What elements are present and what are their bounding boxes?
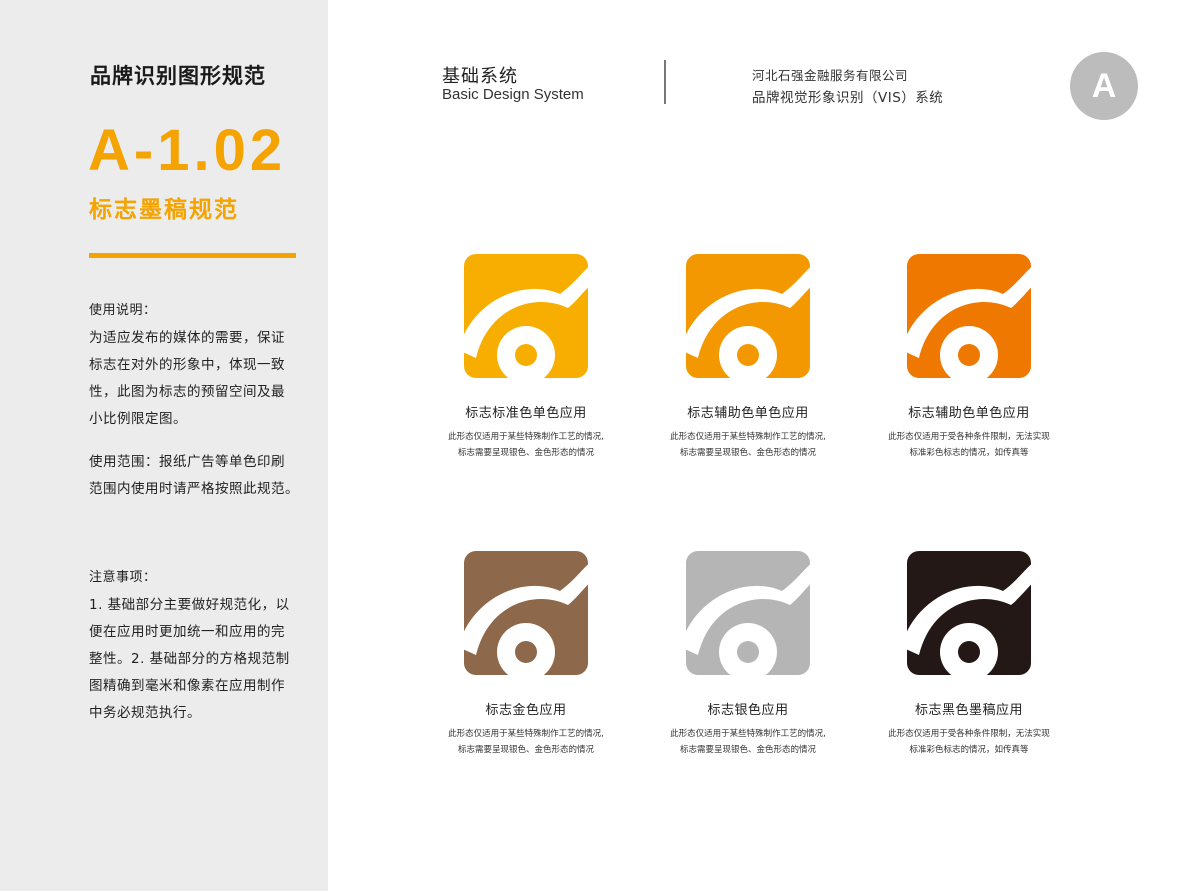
- note-line: 标志需要呈现银色、金色形态的情况: [457, 448, 594, 458]
- logo-variant-label: 标志银色应用: [707, 703, 789, 718]
- logo-variant-auxiliary-1: 标志辅助色单色应用 此形态仅适用于某些特殊制作工艺的情况, 标志需要呈现银色、金…: [638, 254, 858, 461]
- accent-divider: [89, 253, 296, 258]
- note-line: 标准彩色标志的情况，如传真等: [909, 448, 1029, 458]
- note-line: 标志需要呈现银色、金色形态的情况: [457, 745, 594, 755]
- logo-variant-note: 此形态仅适用于某些特殊制作工艺的情况, 标志需要呈现银色、金色形态的情况: [638, 726, 858, 758]
- notes-label: 注意事项：: [89, 570, 157, 585]
- sidebar-heading: 品牌识别图形规范: [90, 64, 266, 88]
- notes-line: 整性。2. 基础部分的方格规范制: [89, 651, 290, 667]
- company-name: 河北石强金融服务有限公司: [752, 68, 909, 83]
- logo-variant-label: 标志辅助色单色应用: [908, 406, 1030, 421]
- notes-line: 1. 基础部分主要做好规范化，以: [89, 597, 290, 613]
- brand-logo-icon: [686, 551, 810, 675]
- note-line: 此形态仅适用于受各种条件限制，无法实现: [888, 729, 1050, 739]
- brand-logo-icon: [907, 551, 1031, 675]
- logo-variant-label: 标志标准色单色应用: [465, 406, 587, 421]
- section-subtitle-en: Basic Design System: [442, 86, 584, 103]
- section-title: 基础系统: [442, 66, 518, 87]
- note-line: 此形态仅适用于某些特殊制作工艺的情况,: [670, 729, 826, 739]
- logo-variant-note: 此形态仅适用于某些特殊制作工艺的情况, 标志需要呈现银色、金色形态的情况: [416, 429, 636, 461]
- section-subtitle: 标志墨稿规范: [89, 197, 239, 223]
- logo-variant-note: 此形态仅适用于某些特殊制作工艺的情况, 标志需要呈现银色、金色形态的情况: [416, 726, 636, 758]
- brand-logo-icon: [907, 254, 1031, 378]
- notes-line: 图精确到毫米和像素在应用制作: [89, 678, 285, 694]
- logo-variant-silver: 标志银色应用 此形态仅适用于某些特殊制作工艺的情况, 标志需要呈现银色、金色形态…: [638, 551, 858, 758]
- header-divider: [664, 60, 666, 104]
- notes-text: 1. 基础部分主要做好规范化，以 便在应用时更加统一和应用的完 整性。2. 基础…: [89, 592, 311, 727]
- brand-logo-icon: [686, 254, 810, 378]
- logo-variant-gold: 标志金色应用 此形态仅适用于某些特殊制作工艺的情况, 标志需要呈现银色、金色形态…: [416, 551, 636, 758]
- logo-variant-label: 标志黑色墨稿应用: [914, 703, 1023, 718]
- note-line: 此形态仅适用于某些特殊制作工艺的情况,: [670, 432, 826, 442]
- system-name: 品牌视觉形象识别（VIS）系统: [752, 90, 944, 106]
- note-line: 标准彩色标志的情况，如传真等: [909, 745, 1029, 755]
- section-badge: A: [1070, 52, 1138, 120]
- usage-line: 小比例限定图。: [89, 411, 187, 427]
- logo-variant-note: 此形态仅适用于受各种条件限制，无法实现 标准彩色标志的情况，如传真等: [859, 726, 1079, 758]
- usage-label: 使用说明：: [89, 303, 157, 318]
- section-code: A-1.02: [88, 118, 287, 183]
- logo-variant-standard: 标志标准色单色应用 此形态仅适用于某些特殊制作工艺的情况, 标志需要呈现银色、金…: [416, 254, 636, 461]
- note-line: 此形态仅适用于受各种条件限制，无法实现: [888, 432, 1050, 442]
- brand-logo-icon: [464, 254, 588, 378]
- logo-variant-note: 此形态仅适用于受各种条件限制，无法实现 标准彩色标志的情况，如传真等: [859, 429, 1079, 461]
- usage-text: 为适应发布的媒体的需要，保证 标志在对外的形象中，体现一致 性，此图为标志的预留…: [89, 325, 311, 433]
- logo-variant-black: 标志黑色墨稿应用 此形态仅适用于受各种条件限制，无法实现 标准彩色标志的情况，如…: [859, 551, 1079, 758]
- scope-line: 范围内使用时请严格按照此规范。: [89, 481, 299, 497]
- note-line: 此形态仅适用于某些特殊制作工艺的情况,: [448, 432, 604, 442]
- usage-line: 性，此图为标志的预留空间及最: [89, 384, 285, 400]
- logo-variant-label: 标志辅助色单色应用: [687, 406, 809, 421]
- note-line: 标志需要呈现银色、金色形态的情况: [679, 448, 816, 458]
- brand-logo-icon: [464, 551, 588, 675]
- usage-line: 为适应发布的媒体的需要，保证: [89, 330, 285, 346]
- scope-text: 使用范围：报纸广告等单色印刷 范围内使用时请严格按照此规范。: [89, 449, 329, 503]
- logo-variant-label: 标志金色应用: [485, 703, 567, 718]
- notes-line: 中务必规范执行。: [89, 705, 201, 721]
- scope-line: 使用范围：报纸广告等单色印刷: [89, 454, 285, 470]
- sidebar-panel: 品牌识别图形规范 A-1.02 标志墨稿规范 使用说明： 为适应发布的媒体的需要…: [0, 0, 328, 891]
- notes-line: 便在应用时更加统一和应用的完: [89, 624, 285, 640]
- note-line: 标志需要呈现银色、金色形态的情况: [679, 745, 816, 755]
- logo-variant-note: 此形态仅适用于某些特殊制作工艺的情况, 标志需要呈现银色、金色形态的情况: [638, 429, 858, 461]
- usage-line: 标志在对外的形象中，体现一致: [89, 357, 285, 373]
- logo-variant-auxiliary-2: 标志辅助色单色应用 此形态仅适用于受各种条件限制，无法实现 标准彩色标志的情况，…: [859, 254, 1079, 461]
- note-line: 此形态仅适用于某些特殊制作工艺的情况,: [448, 729, 604, 739]
